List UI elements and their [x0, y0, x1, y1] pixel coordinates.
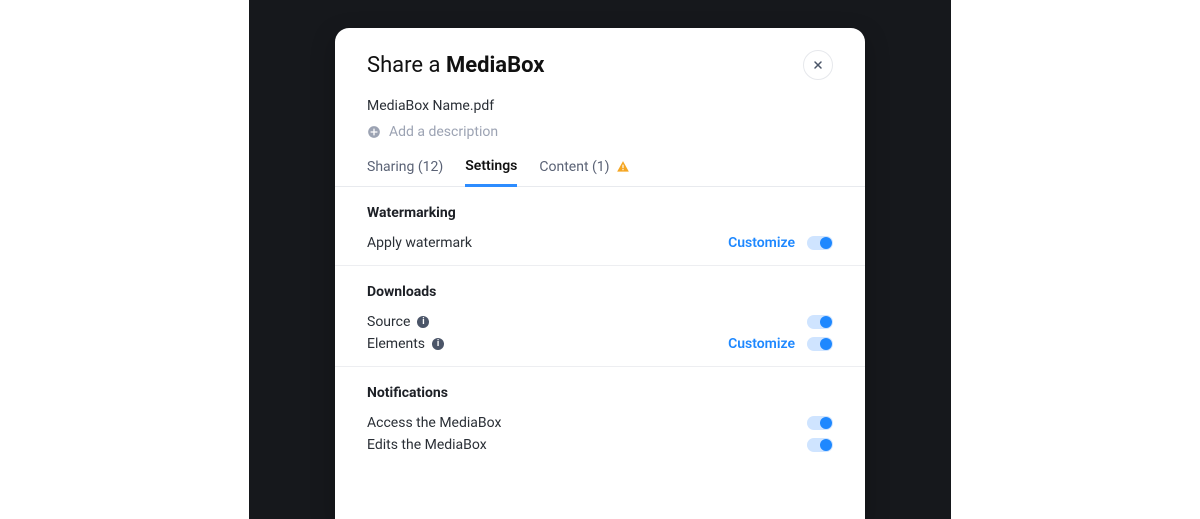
plus-circle-icon — [367, 125, 381, 139]
elements-customize-link[interactable]: Customize — [728, 336, 795, 352]
apply-watermark-toggle[interactable] — [807, 236, 833, 250]
file-name: MediaBox Name.pdf — [367, 98, 833, 114]
edits-label: Edits the MediaBox — [367, 437, 487, 453]
row-elements: Elements i Customize — [367, 336, 833, 352]
tab-settings-label: Settings — [465, 158, 517, 174]
tab-content[interactable]: Content (1) — [539, 158, 629, 186]
source-label: Source — [367, 314, 410, 330]
toggle-knob — [820, 338, 832, 350]
edits-toggle[interactable] — [807, 438, 833, 452]
access-toggle[interactable] — [807, 416, 833, 430]
modal-title: Share a MediaBox — [367, 53, 545, 78]
app-backdrop: Share a MediaBox MediaBox Name.pdf Add a… — [249, 0, 951, 519]
row-source: Source i — [367, 314, 833, 330]
tab-sharing-label: Sharing (12) — [367, 159, 443, 175]
add-description-button[interactable]: Add a description — [367, 124, 833, 140]
info-icon[interactable]: i — [432, 338, 444, 350]
watermark-customize-link[interactable]: Customize — [728, 235, 795, 251]
info-icon[interactable]: i — [417, 316, 429, 328]
elements-toggle[interactable] — [807, 337, 833, 351]
modal-title-bold: MediaBox — [446, 53, 545, 78]
close-button[interactable] — [803, 50, 833, 80]
row-access-mediabox: Access the MediaBox — [367, 415, 833, 431]
section-notifications: Notifications Access the MediaBox Edits … — [335, 367, 865, 467]
toggle-knob — [820, 316, 832, 328]
tab-bar: Sharing (12) Settings Content (1) — [367, 158, 833, 186]
modal-title-prefix: Share a — [367, 53, 446, 78]
toggle-knob — [820, 439, 832, 451]
tab-content-label: Content (1) — [539, 159, 609, 175]
section-downloads-title: Downloads — [367, 284, 833, 300]
tab-sharing[interactable]: Sharing (12) — [367, 158, 443, 186]
section-downloads: Downloads Source i Elements i Customize — [335, 266, 865, 367]
tab-settings[interactable]: Settings — [465, 158, 517, 187]
section-notifications-title: Notifications — [367, 385, 833, 401]
close-icon — [812, 59, 824, 71]
warning-icon — [616, 160, 630, 174]
add-description-label: Add a description — [389, 124, 498, 140]
share-modal: Share a MediaBox MediaBox Name.pdf Add a… — [335, 28, 865, 519]
apply-watermark-label: Apply watermark — [367, 235, 472, 251]
row-edits-mediabox: Edits the MediaBox — [367, 437, 833, 453]
access-label: Access the MediaBox — [367, 415, 501, 431]
section-watermarking-title: Watermarking — [367, 205, 833, 221]
row-apply-watermark: Apply watermark Customize — [367, 235, 833, 251]
elements-label: Elements — [367, 336, 425, 352]
source-toggle[interactable] — [807, 315, 833, 329]
toggle-knob — [820, 417, 832, 429]
section-watermarking: Watermarking Apply watermark Customize — [335, 187, 865, 266]
toggle-knob — [820, 237, 832, 249]
